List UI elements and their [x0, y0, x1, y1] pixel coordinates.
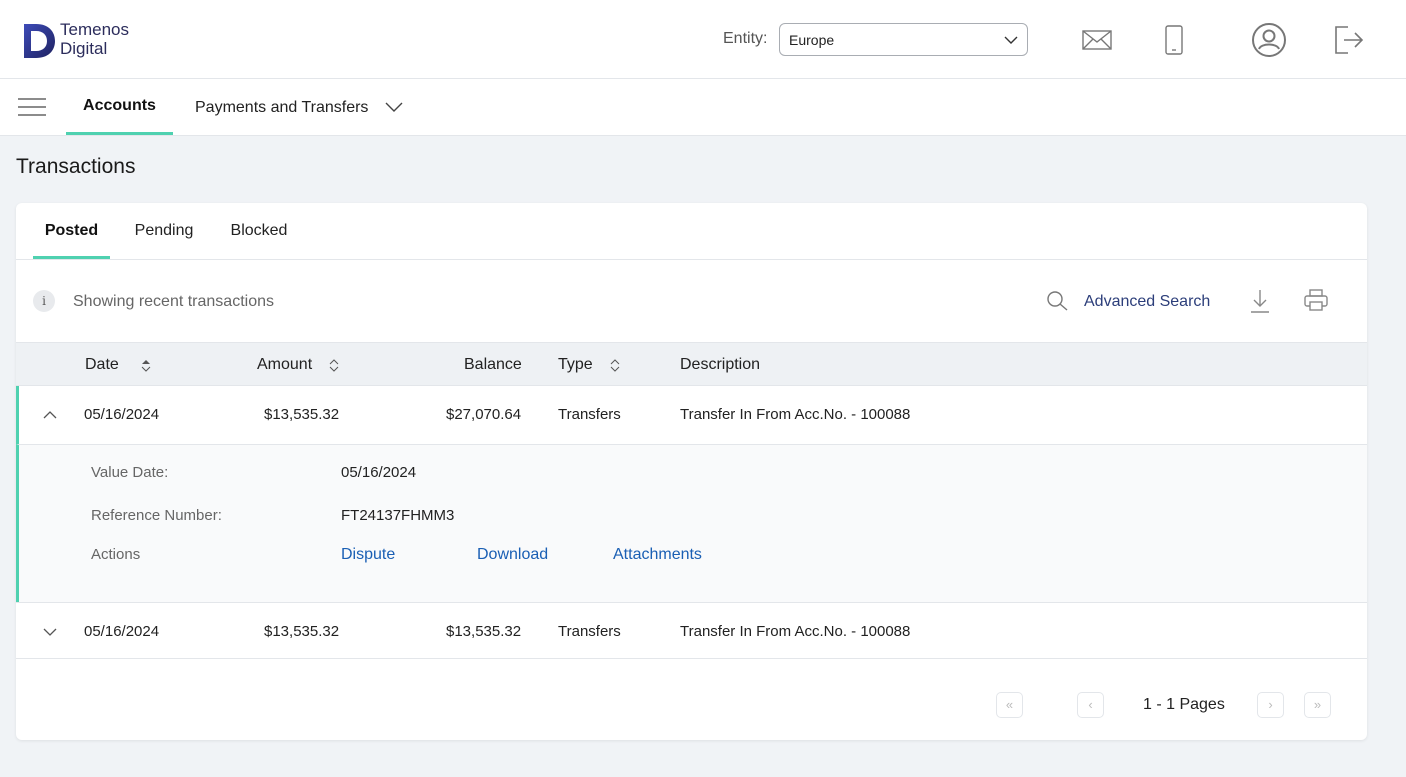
col-header-type[interactable]: Type: [558, 356, 593, 374]
reference-label: Reference Number:: [91, 507, 222, 524]
info-text: Showing recent transactions: [73, 293, 274, 310]
transaction-tabs: Posted Pending Blocked: [16, 203, 1367, 260]
cell-amount: $13,535.32: [264, 623, 340, 640]
download-link[interactable]: Download: [477, 546, 548, 564]
cell-description: Transfer In From Acc.No. - 100088: [680, 406, 911, 423]
mobile-icon[interactable]: [1156, 22, 1192, 58]
sort-icon[interactable]: [610, 358, 620, 372]
cell-description: Transfer In From Acc.No. - 100088: [680, 623, 911, 640]
next-page-button[interactable]: ›: [1257, 692, 1284, 718]
table-row[interactable]: 05/16/2024 $13,535.32 $13,535.32 Transfe…: [16, 602, 1367, 659]
first-page-button[interactable]: «: [996, 692, 1023, 718]
nav-tab-accounts[interactable]: Accounts: [66, 79, 173, 135]
brand-line2: Digital: [60, 39, 108, 58]
value-date-label: Value Date:: [91, 464, 169, 481]
app-header: Temenos Digital Entity: Europe: [0, 0, 1406, 79]
tab-posted[interactable]: Posted: [33, 203, 110, 259]
col-header-description: Description: [680, 356, 761, 373]
page-title: Transactions: [16, 155, 136, 178]
info-icon: i: [33, 290, 55, 312]
transaction-details: Value Date: 05/16/2024 Reference Number:…: [16, 444, 1367, 602]
hamburger-menu-icon[interactable]: [18, 97, 46, 117]
pagination: « ‹ 1 - 1 Pages › »: [16, 659, 1367, 740]
table-row[interactable]: 05/16/2024 $13,535.32 $27,070.64 Transfe…: [16, 386, 1367, 444]
cell-type: Transfers: [558, 623, 621, 640]
cell-date: 05/16/2024: [84, 406, 160, 423]
logout-icon[interactable]: [1330, 22, 1366, 58]
value-date: 05/16/2024: [341, 464, 417, 481]
nav-tab-payments[interactable]: Payments and Transfers: [195, 99, 368, 117]
pages-indicator: 1 - 1 Pages: [1143, 696, 1225, 713]
search-icon[interactable]: [1046, 290, 1068, 312]
chevron-up-icon[interactable]: [42, 408, 58, 422]
brand-line1: Temenos: [60, 20, 129, 39]
chevron-down-icon[interactable]: [42, 625, 58, 639]
temenos-logo[interactable]: Temenos Digital: [22, 20, 142, 60]
dispute-link[interactable]: Dispute: [341, 546, 395, 564]
sort-icon[interactable]: [141, 358, 151, 372]
cell-balance: $27,070.64: [446, 406, 522, 423]
col-header-amount[interactable]: Amount: [257, 356, 312, 374]
entity-label: Entity:: [723, 30, 768, 47]
last-page-button[interactable]: »: [1304, 692, 1331, 718]
transactions-card: Posted Pending Blocked i Showing recent …: [16, 203, 1367, 740]
chevron-down-icon[interactable]: [384, 98, 404, 116]
attachments-link[interactable]: Attachments: [613, 546, 702, 564]
cell-date: 05/16/2024: [84, 623, 160, 640]
profile-icon[interactable]: [1251, 22, 1287, 58]
brand-name: Temenos Digital: [60, 20, 129, 58]
logo-mark-icon: [24, 24, 55, 58]
tab-pending[interactable]: Pending: [134, 203, 194, 259]
chevron-down-icon: [1004, 36, 1018, 44]
prev-page-button[interactable]: ‹: [1077, 692, 1104, 718]
tab-blocked[interactable]: Blocked: [229, 203, 289, 259]
print-icon[interactable]: [1303, 288, 1329, 312]
mail-icon[interactable]: [1079, 22, 1115, 58]
info-bar: i Showing recent transactions Advanced S…: [16, 260, 1367, 342]
table-header: Date Amount Balance Type Description: [16, 342, 1367, 386]
col-header-date[interactable]: Date: [85, 356, 119, 374]
sort-icon[interactable]: [329, 358, 339, 372]
cell-amount: $13,535.32: [264, 406, 340, 423]
main-nav: Accounts Payments and Transfers: [0, 79, 1406, 136]
cell-type: Transfers: [558, 406, 621, 423]
reference-number: FT24137FHMM3: [341, 507, 455, 524]
download-icon[interactable]: [1249, 288, 1271, 314]
entity-select[interactable]: Europe: [779, 23, 1028, 56]
advanced-search-link[interactable]: Advanced Search: [1084, 293, 1210, 311]
cell-balance: $13,535.32: [446, 623, 522, 640]
entity-value: Europe: [789, 32, 835, 48]
actions-label: Actions: [91, 546, 141, 563]
col-header-balance: Balance: [464, 356, 522, 373]
